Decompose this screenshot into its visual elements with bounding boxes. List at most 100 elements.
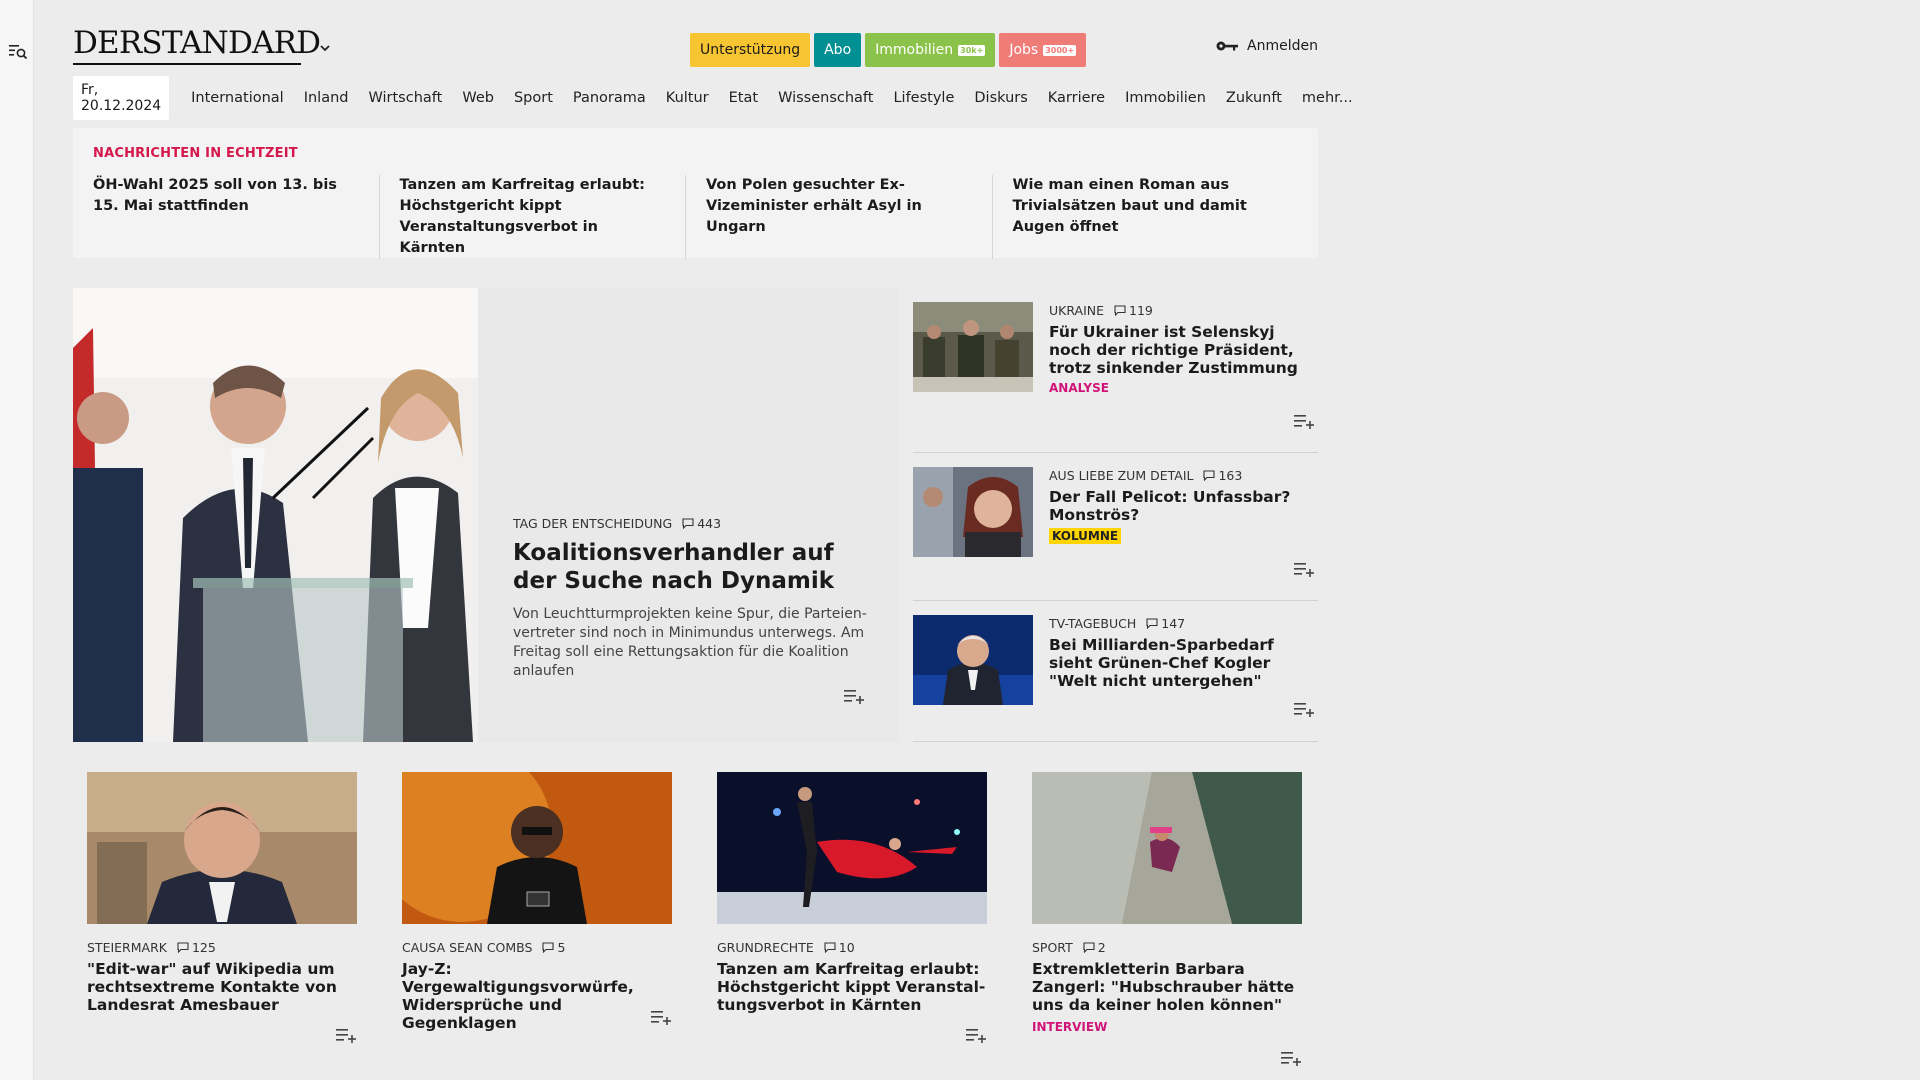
- comment-count-value: 125: [191, 940, 216, 955]
- login-button[interactable]: Anmelden: [1215, 38, 1318, 54]
- nav-item-wissenschaft[interactable]: Wissenschaft: [778, 90, 873, 106]
- hero-teaser: Von Leuchtturmprojekten keine Spur, die …: [513, 606, 867, 679]
- ticker-item[interactable]: ÖH-Wahl 2025 soll von 13. bis 15. Mai st…: [93, 175, 379, 259]
- ticker-title: NACHRICHTEN IN ECHTZEIT: [93, 146, 298, 161]
- add-to-list-icon[interactable]: [335, 1027, 357, 1043]
- comment-count[interactable]: 5: [542, 940, 565, 955]
- chevron-down-icon[interactable]: [318, 41, 332, 55]
- nav-item-diskurs[interactable]: Diskurs: [974, 90, 1027, 106]
- article-title[interactable]: Für Ukrainer ist Selenskyj noch der rich…: [1049, 323, 1309, 377]
- nav-item-mehr[interactable]: mehr...: [1302, 90, 1353, 106]
- pill-badge: 30k+: [958, 44, 986, 56]
- article-image: [913, 615, 1033, 705]
- comment-icon: [1203, 470, 1216, 481]
- main-content: DERSTANDARD Unterstützung Abo Immobilien…: [73, 0, 1353, 1066]
- side-article[interactable]: AUS LIEBE ZUM DETAIL 163 Der Fall Pelico…: [913, 453, 1318, 601]
- add-to-list-icon[interactable]: [650, 1009, 672, 1025]
- nav-item-karriere[interactable]: Karriere: [1048, 90, 1105, 106]
- comment-icon: [1114, 305, 1126, 316]
- ticker-item[interactable]: Wie man einen Roman aus Trivialsät­zen b…: [991, 175, 1299, 259]
- comment-count[interactable]: 10: [824, 940, 855, 955]
- add-to-list-icon[interactable]: [1293, 701, 1315, 717]
- kicker-label: AUS LIEBE ZUM DETAIL: [1049, 468, 1194, 483]
- article-grid: STEIERMARK 125 "Edit-war" auf Wikipedia …: [87, 772, 1305, 1072]
- article-image: [913, 467, 1033, 557]
- pill-unterstuetzung[interactable]: Unterstützung: [690, 33, 811, 67]
- side-article[interactable]: UKRAINE 119 Für Ukrainer ist Selenskyj n…: [913, 288, 1318, 453]
- pill-label: Abo: [824, 42, 852, 58]
- comment-count[interactable]: 2: [1083, 940, 1106, 955]
- nav-item-immobilien[interactable]: Immobilien: [1125, 90, 1206, 106]
- comment-count[interactable]: 147: [1146, 616, 1185, 631]
- article-title[interactable]: Jay-Z: Vergewaltigungsvorwürfe, Widerspr…: [402, 960, 672, 1032]
- side-article-text: AUS LIEBE ZUM DETAIL 163 Der Fall Pelico…: [1049, 468, 1309, 544]
- pill-jobs[interactable]: Jobs 3000+: [999, 33, 1087, 67]
- menu-search-icon[interactable]: [8, 42, 28, 62]
- article-card[interactable]: CAUSA SEAN COMBS 5 Jay-Z: Vergewaltigung…: [402, 772, 672, 1062]
- nav-item-inland[interactable]: Inland: [304, 90, 349, 106]
- article-kicker: AUS LIEBE ZUM DETAIL 163: [1049, 468, 1309, 483]
- add-to-list-icon[interactable]: [1293, 413, 1315, 429]
- comment-count[interactable]: 163: [1203, 468, 1242, 483]
- nav-item-web[interactable]: Web: [462, 90, 494, 106]
- live-news-ticker: NACHRICHTEN IN ECHTZEIT ÖH-Wahl 2025 sol…: [73, 128, 1318, 259]
- nav-item-zukunft[interactable]: Zukunft: [1226, 90, 1282, 106]
- article-card[interactable]: STEIERMARK 125 "Edit-war" auf Wikipedia …: [87, 772, 357, 1062]
- main-nav: Fr, 20.12.2024 International Inland Wirt…: [73, 76, 1363, 120]
- hero-title[interactable]: Koalitionsverhandler auf der Suche nach …: [513, 539, 873, 595]
- ticker-item[interactable]: Tanzen am Karfreitag erlaubt: Höchstgeri…: [378, 175, 686, 259]
- add-to-list-icon[interactable]: [1280, 1050, 1302, 1066]
- article-kicker: SPORT 2: [1032, 940, 1302, 955]
- ticker-item[interactable]: Von Polen gesuchter Ex-Vizeminister erhä…: [685, 175, 992, 259]
- hero-image: [73, 288, 478, 742]
- comment-icon: [1083, 942, 1095, 953]
- hero-article[interactable]: TAG DER ENTSCHEIDUNG 443 Koalitionsverha…: [73, 288, 899, 742]
- nav-item-international[interactable]: International: [191, 90, 284, 106]
- nav-item-wirtschaft[interactable]: Wirtschaft: [368, 90, 442, 106]
- comment-count-value: 2: [1097, 940, 1106, 955]
- nav-item-etat[interactable]: Etat: [729, 90, 758, 106]
- article-kicker: CAUSA SEAN COMBS 5: [402, 940, 672, 955]
- article-card[interactable]: SPORT 2 Extremkletterin Barbara Zangerl:…: [1032, 772, 1302, 1072]
- kicker-label: STEIERMARK: [87, 940, 167, 955]
- article-title[interactable]: Tanzen am Karfreitag erlaubt: Höchstgeri…: [717, 960, 987, 1014]
- nav-item-panorama[interactable]: Panorama: [573, 90, 646, 106]
- current-date: Fr, 20.12.2024: [73, 76, 170, 120]
- pill-label: Jobs: [1009, 42, 1039, 58]
- pill-abo[interactable]: Abo: [814, 33, 862, 67]
- pill-immobilien[interactable]: Immobilien 30k+: [865, 33, 996, 67]
- article-title[interactable]: "Edit-war" auf Wikipedia um rechtsextrem…: [87, 960, 357, 1014]
- hero-text: TAG DER ENTSCHEIDUNG 443 Koalitionsverha…: [513, 516, 873, 681]
- comment-count-value: 147: [1161, 616, 1186, 631]
- side-article[interactable]: TV-TAGEBUCH 147 Bei Milliarden-Sparbedar…: [913, 601, 1318, 742]
- comment-count[interactable]: 119: [1114, 303, 1153, 318]
- article-kicker: STEIERMARK 125: [87, 940, 357, 955]
- nav-item-lifestyle[interactable]: Lifestyle: [893, 90, 954, 106]
- kicker-label: UKRAINE: [1049, 303, 1105, 318]
- add-to-list-icon[interactable]: [1293, 561, 1315, 577]
- article-image: [87, 772, 357, 924]
- comment-count-value: 5: [557, 940, 566, 955]
- article-image: [717, 772, 987, 924]
- nav-item-sport[interactable]: Sport: [514, 90, 553, 106]
- comment-count[interactable]: 125: [177, 940, 216, 955]
- kicker-label: TV-TAGEBUCH: [1049, 616, 1137, 631]
- article-title[interactable]: Bei Milliarden-Sparbedarf sieht Grünen-C…: [1049, 636, 1309, 690]
- article-image: [402, 772, 672, 924]
- article-title[interactable]: Der Fall Pelicot: Unfassbar? Monströs?: [1049, 488, 1309, 524]
- article-card[interactable]: GRUNDRECHTE 10 Tanzen am Karfreitag erla…: [717, 772, 987, 1062]
- add-to-list-icon[interactable]: [965, 1027, 987, 1043]
- comment-count-value: 443: [697, 516, 722, 531]
- add-to-list-icon[interactable]: [843, 688, 865, 704]
- site-header: DERSTANDARD Unterstützung Abo Immobilien…: [73, 0, 1318, 72]
- comment-icon: [177, 942, 189, 953]
- site-logo[interactable]: DERSTANDARD: [73, 28, 321, 59]
- nav-item-kultur[interactable]: Kultur: [666, 90, 709, 106]
- article-label: ANALYSE: [1049, 381, 1109, 395]
- comment-count[interactable]: 443: [682, 516, 721, 531]
- article-title[interactable]: Extremkletterin Barbara Zangerl: "Hubsch…: [1032, 960, 1302, 1014]
- side-article-list: UKRAINE 119 Für Ukrainer ist Selenskyj n…: [913, 288, 1318, 742]
- pill-label: Immobilien: [875, 42, 954, 58]
- kicker-label: SPORT: [1032, 940, 1073, 955]
- comment-icon: [824, 942, 836, 953]
